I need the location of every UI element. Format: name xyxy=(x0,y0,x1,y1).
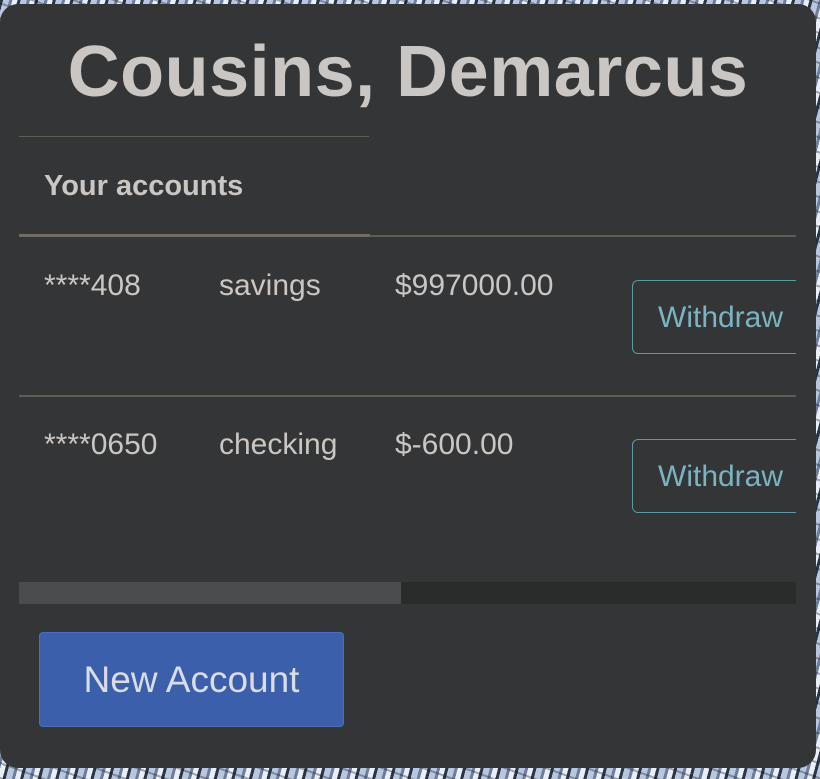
table-row: ****0650 checking $-600.00 Withdraw xyxy=(19,396,796,554)
accounts-heading: Your accounts xyxy=(44,170,244,202)
withdraw-button[interactable]: Withdraw xyxy=(632,439,796,513)
account-balance: $-600.00 xyxy=(395,428,514,461)
new-account-button[interactable]: New Account xyxy=(39,632,344,727)
account-number: ****0650 xyxy=(44,428,158,461)
account-card: Cousins, Demarcus Your accounts ****408 … xyxy=(0,4,816,768)
title-divider xyxy=(19,136,369,137)
account-type: savings xyxy=(219,269,321,302)
account-type: checking xyxy=(219,428,338,461)
withdraw-button[interactable]: Withdraw xyxy=(632,280,796,354)
account-number: ****408 xyxy=(44,269,141,302)
table-row: ****408 savings $997000.00 Withdraw xyxy=(19,237,796,397)
customer-name-title: Cousins, Demarcus xyxy=(67,32,749,112)
account-balance: $997000.00 xyxy=(395,269,554,302)
horizontal-scrollbar[interactable] xyxy=(19,582,796,604)
scrollbar-thumb[interactable] xyxy=(19,582,401,604)
accounts-table: ****408 savings $997000.00 Withdraw ****… xyxy=(19,237,796,582)
